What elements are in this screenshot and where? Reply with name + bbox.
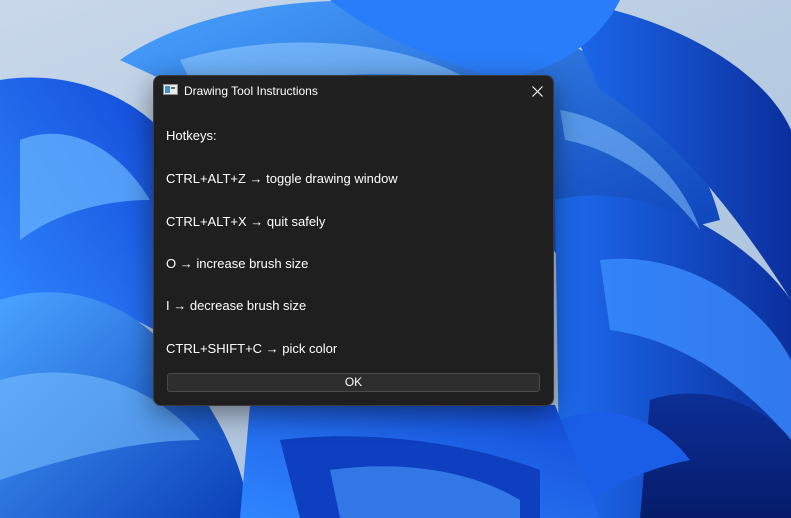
instructions-dialog: Drawing Tool Instructions Hotkeys: CTRL+… <box>153 75 554 406</box>
close-button[interactable] <box>521 76 553 106</box>
hotkey-quit-line: CTRL+ALT+X → quit safely <box>166 214 326 229</box>
hotkey-decrease-line: I → decrease brush size <box>166 298 307 313</box>
window-title: Drawing Tool Instructions <box>184 84 318 98</box>
app-window-icon <box>163 84 178 95</box>
close-icon <box>531 85 543 97</box>
hotkeys-heading: Hotkeys: <box>166 128 217 143</box>
hotkey-color-line: CTRL+SHIFT+C → pick color <box>166 341 338 356</box>
desktop: Drawing Tool Instructions Hotkeys: CTRL+… <box>0 0 791 518</box>
hotkey-increase-line: O → increase brush size <box>166 256 309 271</box>
ok-button[interactable]: OK <box>167 373 540 392</box>
title-bar[interactable]: Drawing Tool Instructions <box>154 76 553 106</box>
hotkey-toggle-line: CTRL+ALT+Z → toggle drawing window <box>166 171 398 186</box>
